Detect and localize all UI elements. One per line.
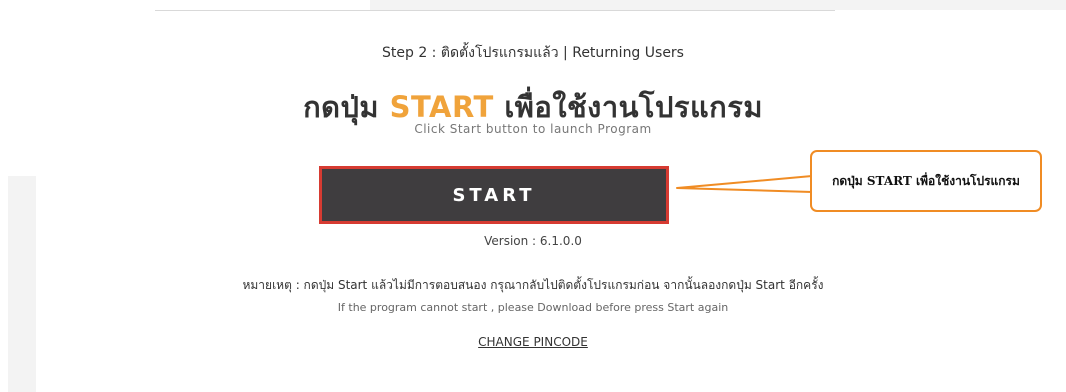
callout-text: กดปุ่ม START เพื่อใช้งานโปรแกรม <box>832 173 1020 188</box>
